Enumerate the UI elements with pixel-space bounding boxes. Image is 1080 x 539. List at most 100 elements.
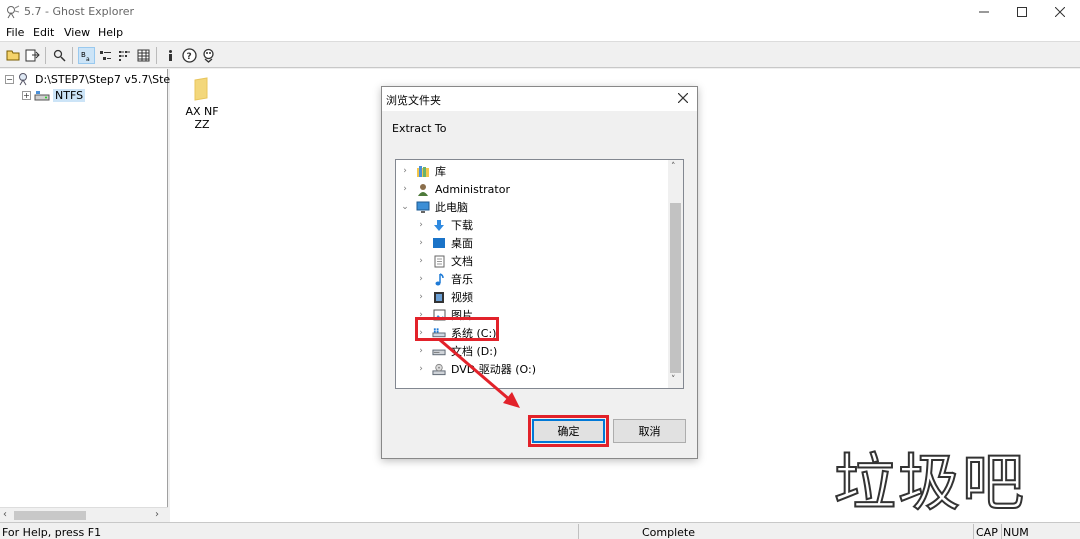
tree-child-item[interactable]: + NTFS [22,89,86,102]
folder-icon [194,77,208,101]
folder-tree-label: 下载 [451,219,473,232]
chevron-right-icon[interactable]: › [416,274,426,284]
folder-tree-label: Administrator [435,182,510,196]
svg-text:a: a [86,56,90,62]
chevron-right-icon[interactable]: › [416,220,426,230]
help-icon: ? [182,48,197,63]
folder-tree-vertical-scrollbar[interactable]: ˄ ˅ [668,160,683,388]
status-state-text: Complete [642,526,696,539]
folder-tree-item-documents[interactable]: › 文档 [416,252,473,270]
details-view-button[interactable] [135,47,152,64]
about-button[interactable] [200,47,217,64]
dialog-title-bar: 浏览文件夹 [382,87,697,111]
folder-tree-item-administrator[interactable]: › Administrator [400,180,510,198]
watermark-text: 垃圾吧 [833,445,1027,520]
find-button[interactable] [51,47,68,64]
toolbar-separator [72,47,73,64]
scroll-left-icon[interactable]: ‹ [3,509,7,520]
folder-tree-label: 音乐 [451,273,473,286]
expand-icon[interactable]: + [22,91,31,100]
computer-icon [416,200,430,214]
properties-button[interactable] [162,47,179,64]
folder-tree-item-desktop[interactable]: › 桌面 [416,234,473,252]
extract-button[interactable] [24,47,41,64]
close-icon [1055,7,1065,17]
title-bar: 5.7 - Ghost Explorer [0,0,1080,24]
annotation-highlight-ok-button [528,415,609,447]
folder-tree-item-videos[interactable]: › 视频 [416,288,473,306]
folder-tree-label: 文档 [451,255,473,268]
menu-view[interactable]: View [64,26,90,39]
folder-tree-item-drive-d[interactable]: › 文档 (D:) [416,342,497,360]
library-icon [416,164,430,178]
tree-child-label: NTFS [53,89,86,102]
menu-file[interactable]: File [6,26,24,39]
folder-tree-label: 文档 (D:) [451,345,498,358]
music-note-icon [432,272,446,286]
app-icon [7,5,20,19]
magnifier-icon [53,49,66,62]
close-icon [677,92,689,104]
toolbar: Ba ? [0,43,1080,68]
scroll-thumb[interactable] [14,511,86,520]
folder-tree-item-dvd-drive[interactable]: › DVD 驱动器 (O:) [416,360,536,378]
toolbar-separator [45,47,46,64]
scroll-right-icon[interactable]: › [155,509,159,520]
menu-edit[interactable]: Edit [33,26,54,39]
large-icons-icon: Ba [81,51,90,62]
maximize-button[interactable] [1002,0,1042,24]
folder-tree-label: 库 [435,165,446,178]
chevron-right-icon[interactable]: › [400,166,410,176]
dialog-title: 浏览文件夹 [386,94,441,107]
list-view-button[interactable] [116,47,133,64]
scroll-up-icon[interactable]: ˄ [671,162,676,172]
large-icons-view-button[interactable]: Ba [78,47,95,64]
cancel-button[interactable]: 取消 [613,419,686,443]
folder-tree-label: 桌面 [451,237,473,250]
status-panel [578,524,972,539]
chevron-right-icon[interactable]: › [416,256,426,266]
dialog-prompt: Extract To [392,122,447,135]
annotation-highlight-drive-c [415,317,499,341]
tree-root-item[interactable]: − D:\STEP7\Step7 v5.7\Step [5,72,177,86]
small-icons-icon [100,51,111,60]
chevron-right-icon[interactable]: › [416,346,426,356]
info-icon [169,50,172,61]
maximize-icon [1017,7,1027,17]
minimize-button[interactable] [964,0,1004,24]
video-icon [432,290,446,304]
collapse-icon[interactable]: − [5,74,14,84]
chevron-down-icon[interactable]: ⌄ [400,202,410,212]
folder-tree-item-music[interactable]: › 音乐 [416,270,473,288]
close-button[interactable] [1040,0,1080,24]
drive-icon [432,344,446,358]
folder-item[interactable]: AX NF ZZ [178,77,226,131]
folder-tree-item-this-pc[interactable]: ⌄ 此电脑 [400,198,468,216]
document-icon [432,254,446,268]
scroll-thumb[interactable] [670,203,681,373]
open-folder-button[interactable] [5,47,22,64]
folder-tree-item-library[interactable]: › 库 [400,162,446,180]
drive-icon [34,90,50,100]
status-bar: For Help, press F1 Complete CAP NUM [0,522,1080,539]
small-icons-view-button[interactable] [97,47,114,64]
details-view-icon [137,49,150,62]
chevron-right-icon[interactable]: › [400,184,410,194]
ghost-icon [203,48,214,63]
dvd-drive-icon [432,362,446,376]
browse-folder-dialog: 浏览文件夹 Extract To › 库 › Administrator ⌄ 此… [381,86,698,459]
folder-tree-item-downloads[interactable]: › 下载 [416,216,473,234]
tree-horizontal-scrollbar[interactable]: ‹ › [0,507,168,522]
chevron-right-icon[interactable]: › [416,238,426,248]
chevron-right-icon[interactable]: › [416,292,426,302]
ghost-explorer-window: 5.7 - Ghost Explorer File Edit View Help [0,0,1080,539]
help-button[interactable]: ? [181,47,198,64]
scroll-down-icon[interactable]: ˅ [671,375,676,385]
tree-pane: − D:\STEP7\Step7 v5.7\Step + NTFS ‹ › [0,69,177,522]
menu-help[interactable]: Help [98,26,123,39]
chevron-right-icon[interactable]: › [416,364,426,374]
open-folder-icon [6,50,20,61]
status-cap: CAP [976,526,998,539]
status-num: NUM [1003,526,1029,539]
dialog-close-button[interactable] [673,89,693,109]
